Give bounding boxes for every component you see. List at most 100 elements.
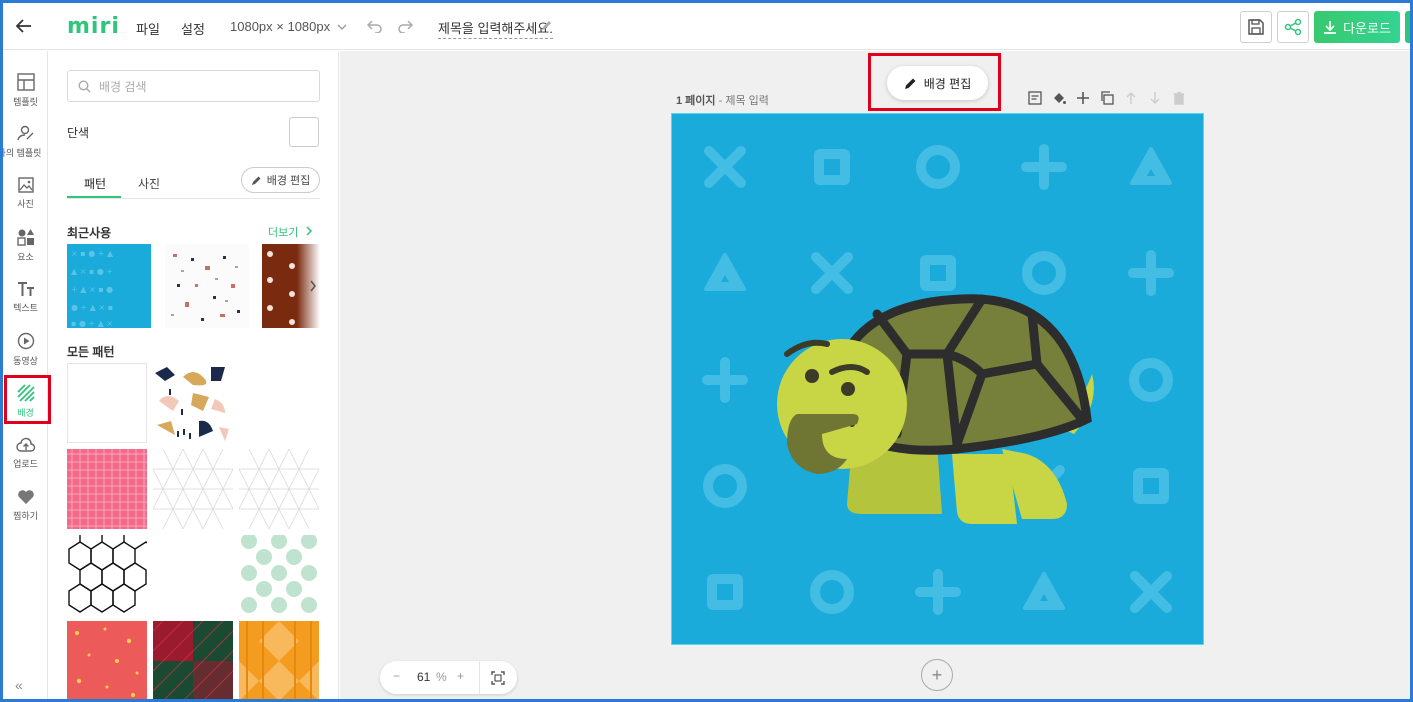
canvas-size-label: 1080px × 1080px <box>230 19 331 34</box>
more-label: 더보기 <box>268 227 299 239</box>
search-icon <box>78 79 91 92</box>
paint-bucket-icon[interactable] <box>1052 91 1066 105</box>
zoom-divider <box>479 661 480 694</box>
menu-file[interactable]: 파일 <box>136 19 160 38</box>
my-template-icon <box>16 125 33 140</box>
sidebar-item-label: 템플릿 <box>13 96 38 107</box>
sidebar-item-label: 찜하기 <box>13 510 38 521</box>
design-canvas[interactable] <box>671 113 1204 645</box>
redo-icon <box>398 20 413 33</box>
turtle-image[interactable] <box>672 114 1204 645</box>
sidebar-item-label: 동영상 <box>13 355 38 366</box>
sidebar-item-label: 업로드 <box>13 458 38 469</box>
solid-color-swatch[interactable] <box>289 117 319 147</box>
edit-title-icon[interactable] <box>541 19 553 34</box>
sidebar-item-elements[interactable]: 요소 <box>3 220 48 270</box>
pattern-red-green-plaid[interactable] <box>153 621 233 699</box>
sidebar-item-label: 사진 <box>17 198 34 209</box>
download-icon <box>1324 21 1337 34</box>
menu-settings[interactable]: 설정 <box>181 19 205 38</box>
svg-text:+ ▲ × ▪ ●: + ▲ × ▪ ● <box>71 285 113 294</box>
sidebar-item-label: 요소 <box>17 251 34 262</box>
zoom-in-button[interactable]: + <box>457 669 464 683</box>
extra-button[interactable] <box>1405 11 1413 43</box>
recent-pattern-terrazzo[interactable] <box>165 244 249 328</box>
download-button[interactable]: 다운로드 <box>1314 11 1400 43</box>
svg-text:▪ ● + ▲ ×: ▪ ● + ▲ × <box>71 319 113 328</box>
add-icon[interactable] <box>1076 91 1090 105</box>
add-page-button[interactable]: + <box>921 659 953 691</box>
zoom-unit: % <box>436 670 447 684</box>
zoom-control: − 61 % + <box>380 661 517 694</box>
zoom-value[interactable]: 61 <box>417 670 430 684</box>
sidebar-item-upload[interactable]: 업로드 <box>3 428 48 478</box>
more-link[interactable]: 더보기 <box>268 224 313 240</box>
zoom-out-button[interactable]: − <box>393 669 400 683</box>
chevron-down-icon <box>337 24 347 30</box>
canvas-size-select[interactable]: 1080px × 1080px <box>230 19 347 34</box>
pattern-blank[interactable] <box>67 363 147 443</box>
redo-button[interactable] <box>396 17 414 35</box>
pattern-mint-quatrefoil[interactable] <box>239 535 319 615</box>
background-panel: 배경 검색 단색 패턴 사진 배경 편집 최근사용 더보기 × ▪ ● + ▲ ▲… <box>48 51 339 699</box>
recent-next-button[interactable] <box>309 279 317 295</box>
chevron-right-icon <box>306 226 313 236</box>
recent-pattern-blue-shapes[interactable]: × ▪ ● + ▲ ▲ × ▪ ● + + ▲ × ▪ ● ● + ▲ × ▪ ▪ ● … <box>67 244 151 328</box>
highlight-background-nav <box>4 375 51 424</box>
page-toolbar <box>1028 91 1186 105</box>
svg-text:× ▪ ● + ▲: × ▪ ● + ▲ <box>71 249 114 258</box>
pattern-triangle-lines-1[interactable] <box>153 449 233 529</box>
search-placeholder: 배경 검색 <box>99 79 147 94</box>
tab-photo[interactable]: 사진 <box>138 175 160 192</box>
pencil-icon <box>251 176 261 185</box>
canvas-workspace: 1 페이지 - 제목 입력 배경 편집 − 61 % + + <box>340 51 1410 699</box>
search-input[interactable]: 배경 검색 <box>67 70 320 102</box>
sidebar-item-photos[interactable]: 사진 <box>3 168 48 218</box>
document-title[interactable]: 제목을 입력해주세요. <box>438 18 553 39</box>
solid-color-label: 단색 <box>67 126 90 140</box>
page-header: 1 페이지 - 제목 입력 <box>676 92 769 108</box>
photo-icon <box>17 176 34 193</box>
undo-button[interactable] <box>366 17 384 35</box>
upload-icon <box>15 437 35 452</box>
arrow-down-icon[interactable] <box>1148 91 1162 105</box>
edit-background-label: 배경 편집 <box>266 175 311 187</box>
fit-screen-icon[interactable] <box>491 671 505 685</box>
undo-icon <box>367 20 382 33</box>
top-bar: miri 파일 설정 1080px × 1080px 제목을 입력해주세요. 다… <box>3 3 1413 50</box>
highlight-edit-background <box>868 53 1001 111</box>
save-icon <box>1248 19 1264 35</box>
share-button[interactable] <box>1277 11 1309 43</box>
sidebar-item-text[interactable]: 텍스트 <box>3 272 48 322</box>
heart-icon <box>17 489 34 504</box>
page-title-input[interactable]: - 제목 입력 <box>719 95 769 107</box>
edit-background-button[interactable]: 배경 편집 <box>241 167 320 193</box>
sidebar-item-favorites[interactable]: 찜하기 <box>3 480 48 530</box>
page-note-icon[interactable] <box>1028 91 1042 105</box>
text-icon <box>17 281 34 296</box>
back-button[interactable] <box>11 13 37 39</box>
collapse-sidebar-button[interactable]: « <box>15 677 23 693</box>
sidebar-item-video[interactable]: 동영상 <box>3 324 48 374</box>
sidebar-item-templates[interactable]: 템플릿 <box>3 65 48 115</box>
sidebar-item-label: 나의 템플릿 <box>3 147 42 158</box>
pattern-orange-diamonds[interactable] <box>239 621 319 699</box>
chevron-right-icon <box>310 280 316 292</box>
miri-logo[interactable]: miri <box>67 14 120 39</box>
trash-icon[interactable] <box>1172 91 1186 105</box>
pattern-hexagon[interactable] <box>67 535 147 615</box>
copy-icon[interactable] <box>1100 91 1114 105</box>
pattern-triangle-lines-2[interactable] <box>239 449 319 529</box>
recent-title: 최근사용 <box>67 226 112 240</box>
active-tab-indicator <box>67 196 121 198</box>
pattern-red-dots[interactable] <box>67 621 147 699</box>
arrow-up-icon[interactable] <box>1124 91 1138 105</box>
tab-pattern[interactable]: 패턴 <box>84 175 106 192</box>
pattern-abstract-shapes[interactable] <box>153 363 233 443</box>
save-button[interactable] <box>1240 11 1272 43</box>
sidebar-item-label: 텍스트 <box>13 302 38 313</box>
pattern-pink-grid[interactable] <box>67 449 147 529</box>
sidebar-item-my-templates[interactable]: 나의 템플릿 <box>3 116 48 166</box>
share-icon <box>1284 18 1302 36</box>
template-icon <box>16 72 35 91</box>
